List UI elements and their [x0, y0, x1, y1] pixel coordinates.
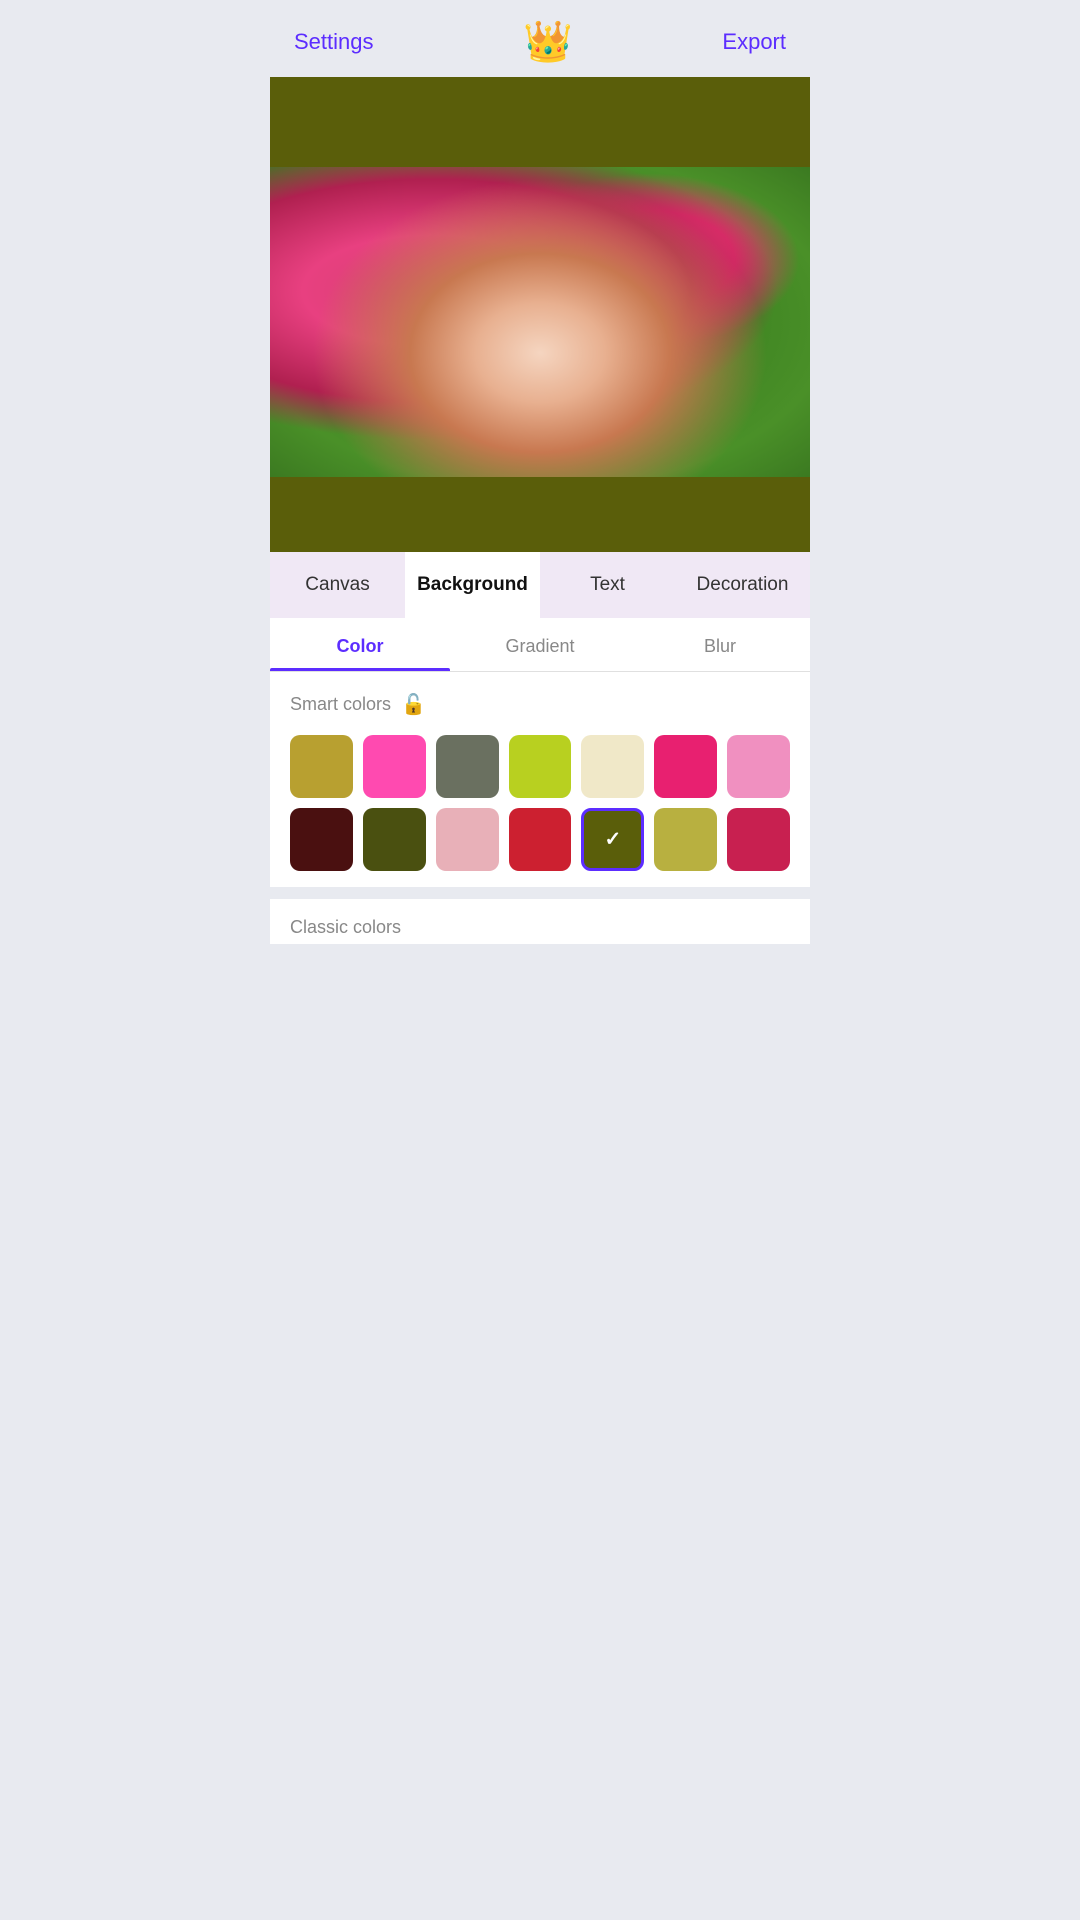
settings-button[interactable]: Settings [294, 29, 374, 55]
crown-icon: 👑 [523, 18, 573, 65]
tab-canvas[interactable]: Canvas [270, 552, 405, 618]
tab-text[interactable]: Text [540, 552, 675, 618]
export-button[interactable]: Export [722, 29, 786, 55]
color-swatch-3[interactable] [509, 735, 572, 798]
canvas-area [270, 77, 810, 552]
sub-tabs: Color Gradient Blur [270, 618, 810, 672]
canvas-bottom-padding [270, 477, 810, 552]
color-swatch-10[interactable] [509, 808, 572, 871]
color-swatch-11[interactable] [581, 808, 644, 871]
section-spacer [270, 887, 810, 899]
smart-colors-grid [290, 735, 790, 871]
canvas-image-inner [270, 167, 810, 477]
color-swatch-2[interactable] [436, 735, 499, 798]
tab-blur[interactable]: Blur [630, 618, 810, 671]
lock-icon[interactable]: 🔓 [401, 692, 426, 717]
tab-color[interactable]: Color [270, 618, 450, 671]
color-swatch-4[interactable] [581, 735, 644, 798]
color-swatch-1[interactable] [363, 735, 426, 798]
color-swatch-5[interactable] [654, 735, 717, 798]
smart-colors-section: Smart colors 🔓 [270, 672, 810, 887]
color-swatch-7[interactable] [290, 808, 353, 871]
classic-colors-label: Classic colors [270, 899, 810, 944]
tab-background[interactable]: Background [405, 552, 540, 618]
smart-colors-label: Smart colors [290, 694, 391, 715]
tab-decoration[interactable]: Decoration [675, 552, 810, 618]
app-header: Settings 👑 Export [270, 0, 810, 77]
main-tabs: Canvas Background Text Decoration [270, 552, 810, 618]
color-swatch-13[interactable] [727, 808, 790, 871]
color-swatch-8[interactable] [363, 808, 426, 871]
smart-colors-header: Smart colors 🔓 [290, 692, 790, 717]
color-swatch-9[interactable] [436, 808, 499, 871]
canvas-top-padding [270, 77, 810, 167]
tab-gradient[interactable]: Gradient [450, 618, 630, 671]
color-swatch-6[interactable] [727, 735, 790, 798]
canvas-image [270, 167, 810, 477]
color-swatch-0[interactable] [290, 735, 353, 798]
color-swatch-12[interactable] [654, 808, 717, 871]
